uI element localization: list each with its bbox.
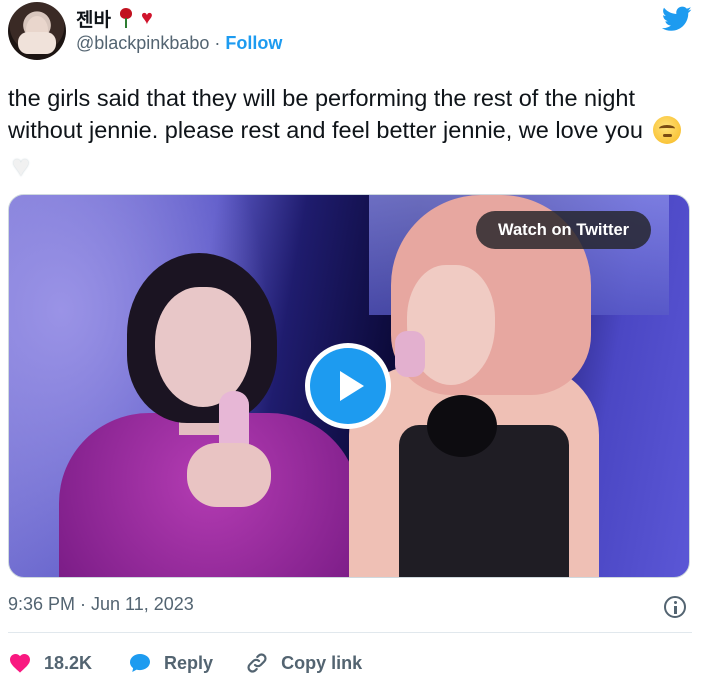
link-icon xyxy=(247,653,267,673)
performer-right-microphone xyxy=(395,331,425,377)
author-handle[interactable]: @blackpinkbabo xyxy=(76,33,209,54)
performer-right-rose xyxy=(427,395,497,457)
avatar[interactable] xyxy=(8,2,66,60)
play-icon xyxy=(340,371,364,401)
divider xyxy=(8,632,692,633)
white-heart-icon: ♥ xyxy=(12,150,30,183)
separator: · xyxy=(214,32,221,53)
heart-icon xyxy=(10,654,30,673)
copy-link-label: Copy link xyxy=(281,652,363,673)
like-button[interactable]: 18.2K xyxy=(8,651,92,675)
tweet-text: the girls said that they will be perform… xyxy=(8,82,694,183)
watch-on-twitter-button[interactable]: Watch on Twitter xyxy=(476,211,652,249)
speech-bubble-icon xyxy=(130,654,151,672)
avatar-hand xyxy=(18,32,56,54)
follow-button[interactable]: Follow xyxy=(225,33,282,54)
performer-left-microphone xyxy=(219,391,249,451)
copy-link-button[interactable]: Copy link xyxy=(245,651,362,675)
reply-button[interactable]: Reply xyxy=(128,651,213,675)
pleading-face-icon xyxy=(653,116,682,144)
tweet-timestamp[interactable]: 9:36 PM · Jun 11, 2023 xyxy=(8,594,194,615)
rose-icon xyxy=(117,8,135,28)
performer-left-hands xyxy=(187,443,271,507)
tweet-body: the girls said that they will be perform… xyxy=(8,85,643,143)
play-button[interactable] xyxy=(305,343,391,429)
action-bar: 18.2K Reply Copy link xyxy=(8,648,362,678)
twitter-bird-icon[interactable] xyxy=(662,6,692,32)
info-icon[interactable] xyxy=(664,596,686,618)
red-heart-icon: ♥ xyxy=(140,7,153,29)
author-name-row: 젠바 ♥ xyxy=(76,5,153,32)
video-player[interactable]: Watch on Twitter xyxy=(8,194,690,578)
like-count: 18.2K xyxy=(44,652,93,673)
display-name[interactable]: 젠바 xyxy=(76,5,111,32)
tweet-card: 젠바 ♥ @blackpinkbabo · Follow the girls s… xyxy=(0,0,702,682)
reply-label: Reply xyxy=(164,652,214,673)
play-button-circle xyxy=(310,348,386,424)
author-handle-row: @blackpinkbabo · Follow xyxy=(76,32,282,54)
performer-left-face xyxy=(155,287,251,407)
